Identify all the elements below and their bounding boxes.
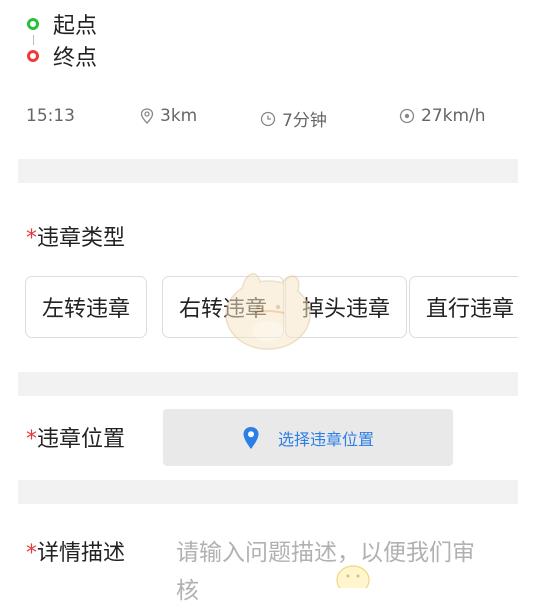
start-label: 起点 (53, 14, 98, 39)
stat-time: 15:13 (26, 106, 75, 126)
required-mark: * (26, 427, 37, 452)
required-mark: * (26, 541, 37, 566)
stat-duration: 7分钟 (260, 106, 327, 131)
route-info: 起点 终点 (26, 8, 97, 72)
required-mark: * (26, 226, 37, 251)
trip-stats: 15:13 3km 7分钟 27km/h (26, 106, 516, 131)
distance-value: 3km (160, 106, 198, 126)
route-end: 终点 (26, 40, 97, 72)
section-divider (18, 372, 518, 396)
option-straight[interactable]: 直行违章 (409, 276, 518, 338)
section-divider (18, 480, 518, 504)
violation-type-title: *违章类型 (26, 220, 125, 252)
details-input[interactable]: 请输入问题描述，以便我们审 核 (176, 534, 516, 610)
details-placeholder-line2: 核 (176, 578, 199, 604)
end-label: 终点 (53, 46, 98, 71)
violation-location-title: *违章位置 (26, 421, 125, 453)
map-pin-icon (243, 426, 259, 449)
violation-type-options[interactable]: 左转违章 右转违章 掉头违章 直行违章 (25, 276, 518, 340)
speed-value: 27km/h (421, 106, 486, 126)
option-right-turn[interactable]: 右转违章 (162, 276, 284, 338)
details-title: *详情描述 (26, 535, 125, 567)
details-placeholder-line1: 请输入问题描述，以便我们审 (176, 540, 475, 566)
violation-location-label: 违章位置 (37, 427, 126, 452)
duration-value: 7分钟 (282, 111, 327, 131)
clock-icon (260, 111, 276, 126)
section-divider (18, 159, 518, 183)
option-u-turn[interactable]: 掉头违章 (285, 276, 407, 338)
time-value: 15:13 (26, 106, 75, 126)
stat-speed: 27km/h (399, 106, 486, 126)
start-point-icon (27, 18, 39, 30)
details-label: 详情描述 (37, 541, 126, 566)
option-left-turn[interactable]: 左转违章 (25, 276, 147, 338)
route-connector (33, 35, 34, 45)
select-location-label: 选择违章位置 (277, 429, 374, 449)
stat-distance: 3km (140, 106, 197, 126)
violation-type-label: 违章类型 (37, 226, 126, 251)
location-pin-icon (140, 108, 154, 124)
route-start: 起点 (26, 8, 97, 40)
end-point-icon (27, 50, 39, 62)
speed-icon (399, 108, 415, 124)
select-location-button[interactable]: 选择违章位置 (163, 409, 453, 466)
